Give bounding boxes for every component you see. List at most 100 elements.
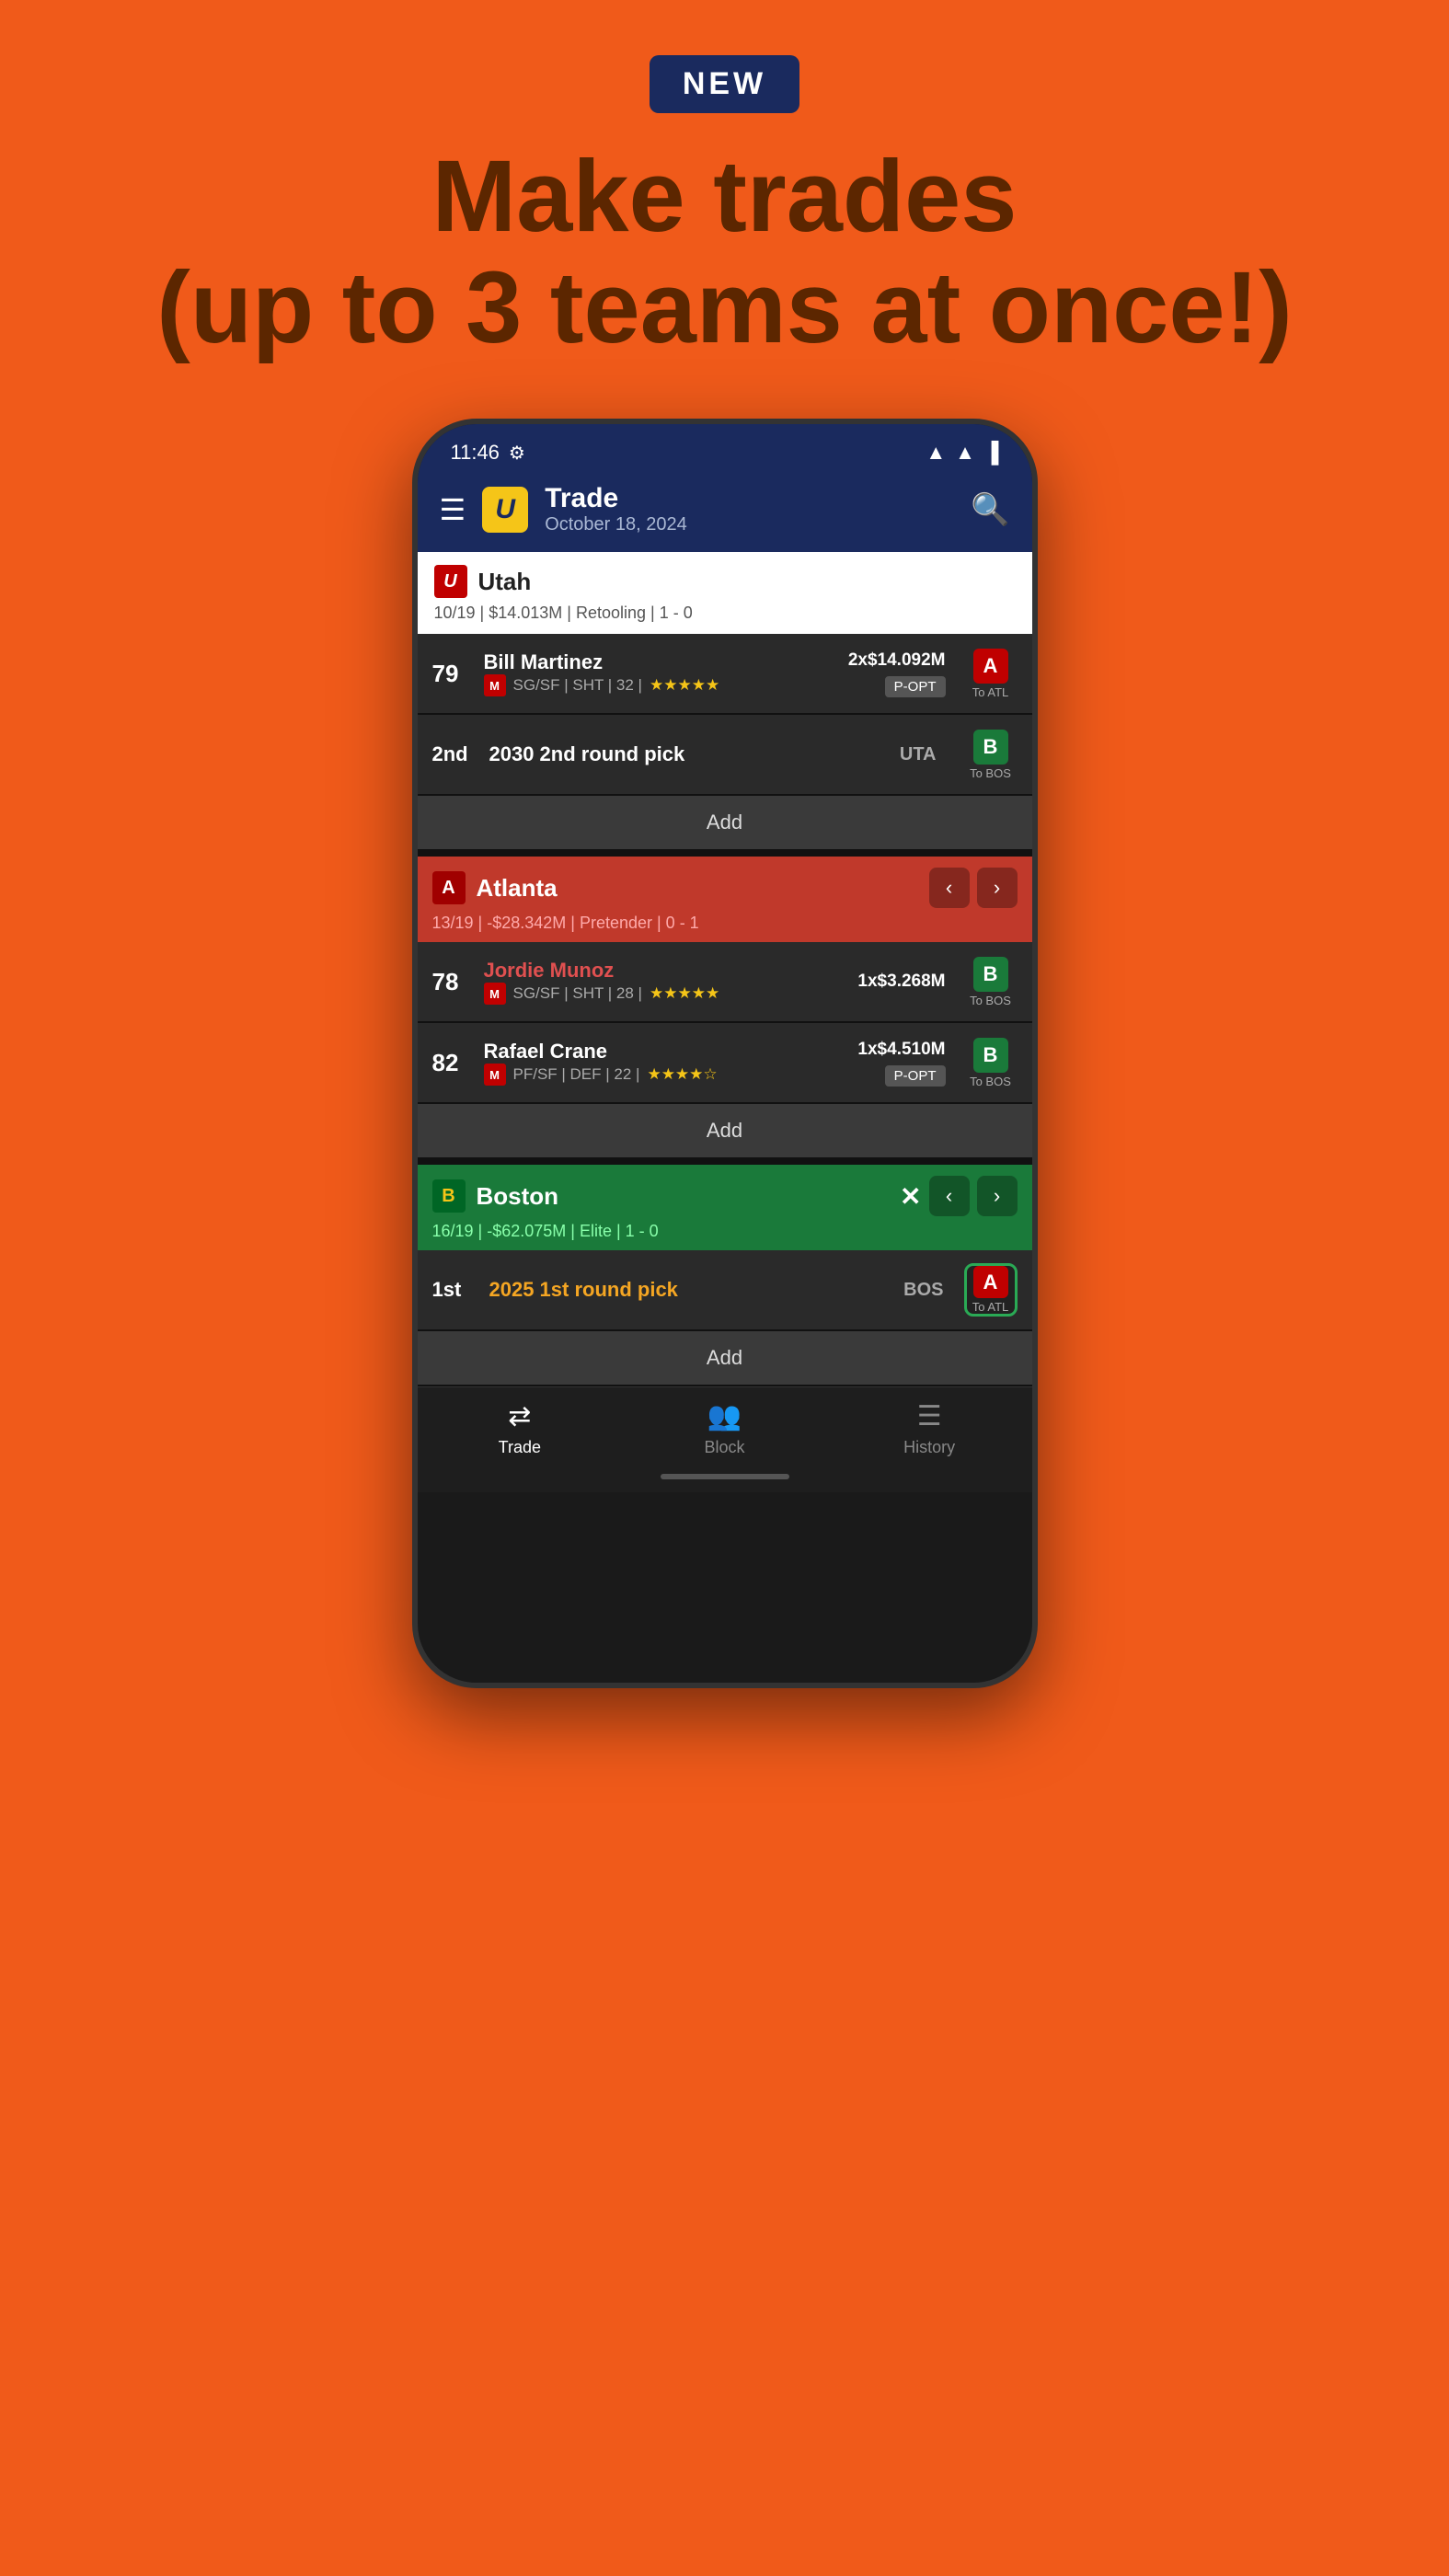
player-salary: 2x$14.092M (848, 650, 946, 671)
destination-badge[interactable]: B To BOS (964, 955, 1018, 1008)
status-left: 11:46 ⚙ (451, 441, 525, 465)
table-row[interactable]: 82 Rafael Crane M PF/SF | DEF | 22 | ★★★… (418, 1023, 1032, 1102)
player-option: P-OPT (885, 1065, 946, 1087)
atlanta-header-left: A Atlanta (432, 871, 558, 904)
pick-team: BOS (903, 1280, 943, 1301)
nav-item-trade[interactable]: ⇄ Trade (418, 1400, 623, 1457)
player-right: 1x$3.268M (857, 972, 945, 992)
next-arrow[interactable]: › (977, 868, 1018, 908)
utah-header: U Utah (418, 552, 1032, 604)
player-details: M SG/SF | SHT | 28 | ★★★★★ (484, 983, 847, 1005)
atlanta-section: A Atlanta ‹ › 13/19 | -$28.342M | Preten… (418, 857, 1032, 942)
dest-label: To ATL (972, 1300, 1009, 1314)
prev-arrow[interactable]: ‹ (929, 1176, 970, 1216)
player-option: P-OPT (885, 676, 946, 697)
header-subtitle: October 18, 2024 (545, 514, 687, 535)
boston-section: B Boston ✕ ‹ › 16/19 | -$62.075M | Elite… (418, 1165, 1032, 1250)
app-header: ☰ U Trade October 18, 2024 🔍 (418, 474, 1032, 552)
headline: Make trades (up to 3 teams at once!) (156, 141, 1293, 363)
boston-header-right: ✕ ‹ › (900, 1176, 1017, 1216)
destination-badge[interactable]: A To ATL (964, 1263, 1018, 1317)
nav-label-history: History (903, 1438, 955, 1457)
home-indicator (418, 1466, 1032, 1492)
gear-icon: ⚙ (509, 442, 525, 465)
search-icon[interactable]: 🔍 (971, 491, 1009, 528)
player-number: 79 (432, 660, 473, 688)
bottom-nav: ⇄ Trade 👥 Block ☰ History (418, 1386, 1032, 1466)
dest-label: To BOS (970, 766, 1011, 780)
dest-label: To BOS (970, 1075, 1011, 1088)
signal-icon: ▲ (955, 441, 975, 465)
close-icon[interactable]: ✕ (900, 1181, 921, 1212)
dest-logo: B (973, 1038, 1008, 1073)
hamburger-icon[interactable]: ☰ (440, 492, 466, 527)
utah-logo: U (434, 565, 467, 598)
team-logo-sm: M (484, 674, 506, 696)
table-row[interactable]: 1st 2025 1st round pick BOS A To ATL (418, 1250, 1032, 1329)
team-logo-header: U (482, 487, 528, 533)
boston-team-name: Boston (477, 1182, 559, 1211)
atlanta-add-button[interactable]: Add (418, 1104, 1032, 1157)
player-info: Rafael Crane M PF/SF | DEF | 22 | ★★★★☆ (484, 1040, 847, 1086)
nav-arrows: ‹ › (929, 1176, 1018, 1216)
pick-team: UTA (900, 744, 937, 765)
player-info: Jordie Munoz M SG/SF | SHT | 28 | ★★★★★ (484, 959, 847, 1005)
atlanta-header: A Atlanta ‹ › (418, 857, 1032, 914)
dest-label: To BOS (970, 994, 1011, 1007)
wifi-icon: ▲ (926, 441, 946, 465)
boston-header: B Boston ✕ ‹ › (418, 1165, 1032, 1222)
dest-logo: B (973, 730, 1008, 765)
dest-label: To ATL (972, 685, 1009, 699)
table-row[interactable]: 2nd 2030 2nd round pick UTA B To BOS (418, 715, 1032, 794)
phone: 11:46 ⚙ ▲ ▲ ▐ ☰ U Trade October 18, 2024 (412, 419, 1038, 1688)
pick-name: 2025 1st round pick (489, 1278, 893, 1302)
boston-logo: B (432, 1179, 466, 1213)
phone-content: U Utah 10/19 | $14.013M | Retooling | 1 … (418, 552, 1032, 1492)
header-title-group: Trade October 18, 2024 (545, 483, 687, 535)
player-salary: 1x$3.268M (857, 972, 945, 992)
boston-add-button[interactable]: Add (418, 1331, 1032, 1385)
player-details: M PF/SF | DEF | 22 | ★★★★☆ (484, 1064, 847, 1086)
destination-badge[interactable]: B To BOS (964, 1036, 1018, 1089)
headline-line2: (up to 3 teams at once!) (156, 251, 1293, 364)
team-logo-sm: M (484, 983, 506, 1005)
pick-name: 2030 2nd round pick (489, 742, 889, 766)
boston-header-left: B Boston (432, 1179, 559, 1213)
top-section: NEW Make trades (up to 3 teams at once!) (0, 0, 1449, 419)
nav-item-history[interactable]: ☰ History (827, 1400, 1032, 1457)
nav-item-block[interactable]: 👥 Block (622, 1400, 827, 1457)
nav-label-block: Block (705, 1438, 745, 1457)
block-icon: 👥 (707, 1400, 742, 1432)
pick-round: 1st (432, 1278, 478, 1302)
atlanta-team-name: Atlanta (477, 874, 558, 903)
dest-logo: A (973, 1266, 1008, 1298)
pick-round: 2nd (432, 742, 478, 766)
player-right: 2x$14.092M P-OPT (848, 650, 946, 697)
trade-icon: ⇄ (508, 1400, 531, 1432)
headline-line1: Make trades (432, 140, 1018, 253)
header-title: Trade (545, 483, 687, 514)
team-logo-sm: M (484, 1064, 506, 1086)
player-name: Rafael Crane (484, 1040, 847, 1064)
player-name: Bill Martinez (484, 650, 837, 674)
table-row[interactable]: 78 Jordie Munoz M SG/SF | SHT | 28 | ★★★… (418, 942, 1032, 1021)
destination-badge[interactable]: A To ATL (964, 647, 1018, 700)
player-salary: 1x$4.510M (857, 1040, 945, 1060)
utah-add-button[interactable]: Add (418, 796, 1032, 849)
player-info: Bill Martinez M SG/SF | SHT | 32 | ★★★★★ (484, 650, 837, 696)
history-icon: ☰ (917, 1400, 942, 1432)
home-bar (661, 1474, 789, 1479)
boston-info: 16/19 | -$62.075M | Elite | 1 - 0 (418, 1222, 1032, 1250)
new-badge: NEW (650, 55, 799, 113)
prev-arrow[interactable]: ‹ (929, 868, 970, 908)
table-row[interactable]: 79 Bill Martinez M SG/SF | SHT | 32 | ★★… (418, 634, 1032, 713)
dest-logo: B (973, 957, 1008, 992)
next-arrow[interactable]: › (977, 1176, 1018, 1216)
player-number: 78 (432, 968, 473, 996)
destination-badge[interactable]: B To BOS (964, 728, 1018, 781)
atlanta-logo: A (432, 871, 466, 904)
status-right: ▲ ▲ ▐ (926, 441, 998, 465)
dest-logo: A (973, 649, 1008, 684)
utah-section: U Utah 10/19 | $14.013M | Retooling | 1 … (418, 552, 1032, 634)
nav-arrows: ‹ › (929, 868, 1018, 908)
